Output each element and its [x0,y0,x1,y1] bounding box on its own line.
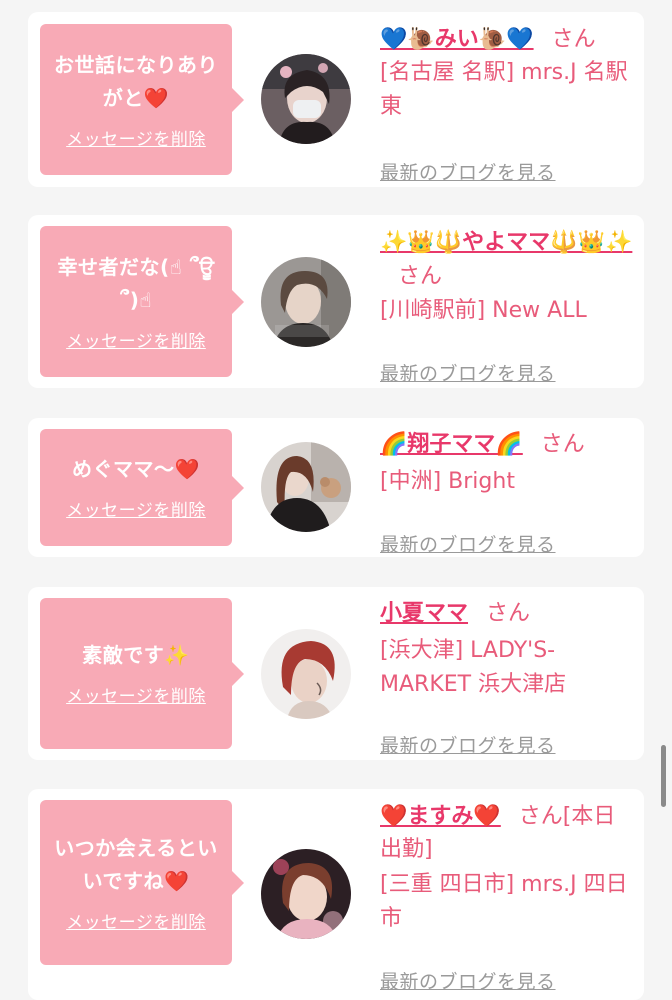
avatar[interactable] [261,849,351,939]
sender-name-line: 💙🐌みい🐌💙 さん [380,24,636,56]
sender-name[interactable]: 🌈翔子ママ🌈 [380,432,523,457]
message-bubble: めぐママ〜❤️ メッセージを削除 [40,429,244,546]
honorific: さん [551,27,596,52]
message-card: 幸せ者だな(☝︎ ՞ਊ ՞)☝︎ メッセージを削除 ✨👑🔱やよママ🔱👑✨ さん [… [28,215,644,388]
honorific: さん [486,601,531,626]
message-card: 素敵です✨ メッセージを削除 小夏ママ さん [浜大津] LADY'S-MARKE… [28,587,644,760]
avatar[interactable] [261,257,351,347]
message-text: いつか会えるといいですね❤️ [54,835,218,893]
avatar[interactable] [261,54,351,144]
message-text: 幸せ者だな(☝︎ ՞ਊ ՞)☝︎ [57,254,215,312]
delete-message-link[interactable]: メッセージを削除 [66,129,206,151]
honorific: さん [398,264,443,289]
sender-info: 💙🐌みい🐌💙 さん [名古屋 名駅] mrs.J 名駅東 最新のブログを見る [380,24,636,184]
avatar-woman-bright-icon [261,849,351,939]
avatar-woman-red-hair-icon [261,629,351,719]
message-card: お世話になりありがと❤️ メッセージを削除 💙🐌みい🐌💙 さん [名古屋 名駅] … [28,12,644,187]
shop-name: [中洲] Bright [380,469,515,494]
avatar[interactable] [261,629,351,719]
shop-name: [名古屋 名駅] mrs.J 名駅東 [380,60,628,119]
avatar[interactable] [261,442,351,532]
honorific: さん [540,432,585,457]
sender-name[interactable]: ✨👑🔱やよママ🔱👑✨ [380,230,632,255]
delete-message-link[interactable]: メッセージを削除 [66,500,206,522]
sender-name-line: ✨👑🔱やよママ🔱👑✨ さん [380,226,636,294]
message-text: 素敵です✨ [82,643,190,667]
sender-info: 小夏ママ さん [浜大津] LADY'S-MARKET 浜大津店 最新のブログを見… [380,598,636,757]
message-card: いつか会えるといいですね❤️ メッセージを削除 ❤️ますみ❤️ さん[本日出勤] … [28,789,644,1000]
sender-info: 🌈翔子ママ🌈 さん [中洲] Bright 最新のブログを見る [380,429,636,556]
message-bubble: 幸せ者だな(☝︎ ՞ਊ ՞)☝︎ メッセージを削除 [40,226,244,377]
delete-message-link[interactable]: メッセージを削除 [66,912,206,934]
message-bubble: いつか会えるといいですね❤️ メッセージを削除 [40,800,244,965]
sender-name[interactable]: 💙🐌みい🐌💙 [380,27,534,52]
message-bubble: 素敵です✨ メッセージを削除 [40,598,244,749]
latest-blog-link[interactable]: 最新のブログを見る [380,359,556,386]
sender-name-line: ❤️ますみ❤️ さん[本日出勤] [380,800,636,866]
delete-message-link[interactable]: メッセージを削除 [66,686,206,708]
avatar-woman-masked-icon [261,54,351,144]
scrollbar[interactable] [661,745,666,807]
sender-name-line: 🌈翔子ママ🌈 さん [380,429,636,461]
shop-name: [川崎駅前] New ALL [380,298,587,323]
latest-blog-link[interactable]: 最新のブログを見る [380,731,556,758]
latest-blog-link[interactable]: 最新のブログを見る [380,967,556,994]
delete-message-link[interactable]: メッセージを削除 [66,331,206,353]
message-bubble: お世話になりありがと❤️ メッセージを削除 [40,24,244,175]
message-text: めぐママ〜❤️ [72,457,200,481]
avatar-woman-long-hair-icon [261,442,351,532]
latest-blog-link[interactable]: 最新のブログを見る [380,158,556,185]
latest-blog-link[interactable]: 最新のブログを見る [380,530,556,557]
shop-name: [三重 四日市] mrs.J 四日市 [380,872,628,931]
sender-name[interactable]: 小夏ママ [380,601,468,626]
message-card: めぐママ〜❤️ メッセージを削除 🌈翔子ママ🌈 さん [中洲] Bright 最新… [28,418,644,557]
sender-name-line: 小夏ママ さん [380,598,636,630]
avatar-woman-short-hair-icon [261,257,351,347]
message-text: お世話になりありがと❤️ [54,52,218,110]
shop-name: [浜大津] LADY'S-MARKET 浜大津店 [380,638,567,697]
sender-info: ❤️ますみ❤️ さん[本日出勤] [三重 四日市] mrs.J 四日市 最新のブロ… [380,800,636,993]
sender-name[interactable]: ❤️ますみ❤️ [380,804,501,829]
sender-info: ✨👑🔱やよママ🔱👑✨ さん [川崎駅前] New ALL 最新のブログを見る [380,226,636,385]
